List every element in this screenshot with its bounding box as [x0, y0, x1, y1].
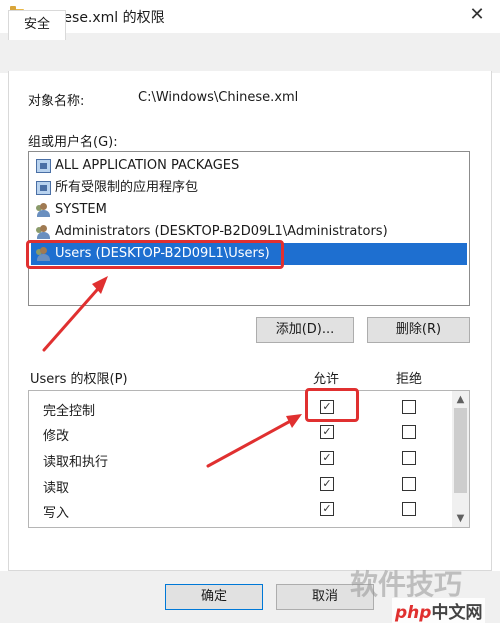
highlight-users-box: [26, 240, 284, 269]
permission-name: 读取: [43, 481, 70, 496]
ok-button[interactable]: 确定: [165, 584, 263, 610]
close-button[interactable]: ✕: [464, 4, 490, 28]
list-item-label: 所有受限制的应用程序包: [55, 180, 199, 195]
remove-button[interactable]: 删除(R): [367, 317, 470, 343]
list-item[interactable]: ALL APPLICATION PACKAGES: [31, 155, 467, 177]
users-icon: [36, 203, 51, 217]
permission-name: 完全控制: [43, 404, 96, 419]
scrollbar[interactable]: ▲ ▼: [452, 391, 469, 527]
deny-checkbox[interactable]: [402, 451, 416, 465]
highlight-allow-box: [305, 388, 359, 422]
scroll-up-icon[interactable]: ▲: [452, 391, 469, 408]
allow-header: 允许: [313, 372, 340, 387]
deny-checkbox[interactable]: [402, 502, 416, 516]
permission-name: 读取和执行: [43, 455, 109, 470]
object-name-label: 对象名称:: [28, 94, 85, 109]
scroll-down-icon[interactable]: ▼: [452, 510, 469, 527]
allow-checkbox[interactable]: ✓: [320, 477, 334, 491]
site-logo: php中文网: [392, 598, 486, 623]
table-row: 修改 ✓: [29, 421, 449, 446]
groups-listbox[interactable]: ALL APPLICATION PACKAGES 所有受限制的应用程序包 SYS…: [28, 151, 470, 306]
package-icon: [36, 181, 51, 195]
deny-checkbox[interactable]: [402, 477, 416, 491]
list-item[interactable]: SYSTEM: [31, 199, 467, 221]
tab-security[interactable]: 安全: [8, 10, 66, 40]
permissions-label: Users 的权限(P): [30, 372, 128, 387]
title-bar: Chinese.xml 的权限 ✕: [0, 0, 500, 33]
scroll-thumb[interactable]: [454, 408, 467, 493]
users-icon: [36, 225, 51, 239]
table-row: 读取 ✓: [29, 473, 449, 498]
deny-checkbox[interactable]: [402, 400, 416, 414]
deny-header: 拒绝: [396, 372, 423, 387]
groups-label: 组或用户名(G):: [28, 135, 118, 150]
add-button[interactable]: 添加(D)...: [256, 317, 354, 343]
allow-checkbox[interactable]: ✓: [320, 425, 334, 439]
allow-checkbox[interactable]: ✓: [320, 451, 334, 465]
logo-php: php: [395, 603, 432, 623]
permissions-list: 完全控制 ✓ 修改 ✓ 读取和执行 ✓ 读取 ✓ 写入 ✓ ▲ ▼: [28, 390, 470, 528]
table-row: 完全控制 ✓: [29, 396, 449, 421]
permission-name: 写入: [43, 506, 70, 521]
list-item-label: ALL APPLICATION PACKAGES: [55, 158, 240, 173]
permission-name: 修改: [43, 429, 70, 444]
table-row: 读取和执行 ✓: [29, 447, 449, 472]
list-item-label: SYSTEM: [55, 202, 107, 217]
object-name-value: C:\Windows\Chinese.xml: [138, 90, 299, 105]
allow-checkbox[interactable]: ✓: [320, 502, 334, 516]
list-item[interactable]: 所有受限制的应用程序包: [31, 177, 467, 199]
tab-strip: [0, 33, 500, 73]
package-icon: [36, 159, 51, 173]
list-item-label: Administrators (DESKTOP-B2D09L1\Administ…: [55, 224, 388, 239]
deny-checkbox[interactable]: [402, 425, 416, 439]
logo-site: 中文网: [431, 603, 483, 623]
table-row: 写入 ✓: [29, 498, 449, 523]
watermark-text: 软件技巧: [350, 568, 463, 601]
